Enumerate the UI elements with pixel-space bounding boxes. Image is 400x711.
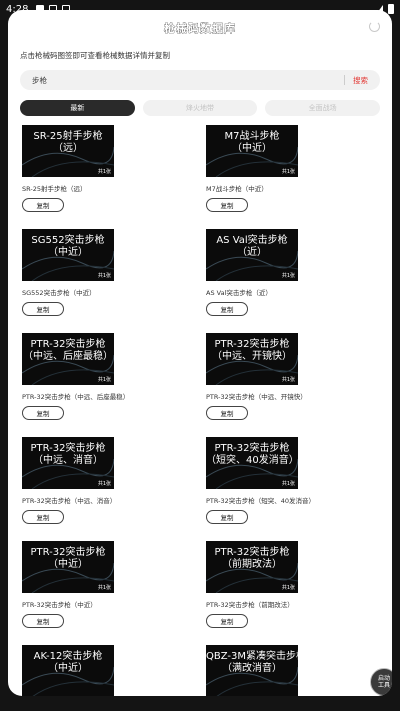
weapon-thumbnail[interactable]: PTR-32突击步枪 （前期改法） 共1张 <box>206 541 298 593</box>
weapon-caption: PTR-32突击步枪（中远、开镜快） <box>206 393 307 401</box>
weapon-caption: PTR-32突击步枪（中远、消音） <box>22 497 117 505</box>
search-bar[interactable]: 步枪 搜索 <box>20 70 380 90</box>
thumbnail-subtitle: （近） <box>237 247 267 258</box>
thumbnail-title: M7战斗步枪 <box>224 131 280 142</box>
weapon-card: PTR-32突击步枪 （短突、40发消音） 共1张 PTR-32突击步枪（短突、40发… <box>206 437 376 524</box>
weapon-card: AK-12突击步枪 （中近） <box>22 645 192 696</box>
weapon-card: M7战斗步枪 （中近） 共1张 M7战斗步枪（中近） 复制 <box>206 125 376 212</box>
database-sheet: 枪械码数据库 点击枪械码图签即可查看枪械数据详情并复制 步枪 搜索 最新 烽火地… <box>8 10 392 696</box>
weapon-caption: PTR-32突击步枪（短突、40发消音） <box>206 497 316 505</box>
weapon-caption: AS Val突击步枪（近） <box>206 289 272 297</box>
weapon-thumbnail[interactable]: PTR-32突击步枪 （中近） 共1张 <box>22 541 114 593</box>
thumbnail-subtitle: （远） <box>53 143 83 154</box>
weapon-card: SG552突击步枪 （中近） 共1张 SG552突击步枪（中近） 复制 <box>22 229 192 316</box>
thumbnail-count: 共1张 <box>281 481 295 487</box>
thumbnail-title: PTR-32突击步枪 <box>214 339 290 350</box>
thumbnail-count: 共1张 <box>281 585 295 591</box>
copy-button[interactable]: 复制 <box>206 406 248 420</box>
weapon-thumbnail[interactable]: PTR-32突击步枪 （中远、后座最稳） 共1张 <box>22 333 114 385</box>
weapon-caption: PTR-32突击步枪（中近） <box>22 601 97 609</box>
weapon-thumbnail[interactable]: PTR-32突击步枪 （中远、开镜快） 共1张 <box>206 333 298 385</box>
weapon-card: QBZ-3M紧凑突击步枪 （满改消音） <box>206 645 376 696</box>
thumbnail-title: PTR-32突击步枪 <box>214 443 290 454</box>
weapon-thumbnail[interactable]: PTR-32突击步枪 （中远、消音） 共1张 <box>22 437 114 489</box>
weapon-caption: SG552突击步枪（中近） <box>22 289 96 297</box>
thumbnail-count: 共1张 <box>281 273 295 279</box>
page-title: 枪械码数据库 <box>164 22 236 36</box>
launch-tool-button[interactable]: 启动 工具 <box>370 668 392 696</box>
weapon-card: PTR-32突击步枪 （中远、消音） 共1张 PTR-32突击步枪（中远、消音） 复制 <box>22 437 192 524</box>
search-button[interactable]: 搜索 <box>353 75 368 86</box>
thumbnail-title: AK-12突击步枪 <box>33 651 103 662</box>
weapon-thumbnail[interactable]: AS Val突击步枪 （近） 共1张 <box>206 229 298 281</box>
copy-button[interactable]: 复制 <box>22 198 64 212</box>
thumbnail-subtitle: （中远、消音） <box>33 455 103 466</box>
copy-button[interactable]: 复制 <box>206 614 248 628</box>
thumbnail-subtitle: （中近） <box>48 663 88 674</box>
weapon-card: PTR-32突击步枪 （中远、开镜快） 共1张 PTR-32突击步枪（中远、开镜快） 复… <box>206 333 376 420</box>
weapon-caption: PTR-32突击步枪（中远、后座最稳） <box>22 393 130 401</box>
thumbnail-subtitle: （中近） <box>48 559 88 570</box>
thumbnail-title: SR-25射手步枪 <box>33 131 103 142</box>
weapon-caption: M7战斗步枪（中近） <box>206 185 268 193</box>
thumbnail-subtitle: （短突、40发消音） <box>206 455 298 466</box>
weapon-card: AS Val突击步枪 （近） 共1张 AS Val突击步枪（近） 复制 <box>206 229 376 316</box>
refresh-icon[interactable] <box>369 21 380 32</box>
copy-button[interactable]: 复制 <box>22 510 64 524</box>
weapon-thumbnail[interactable]: SG552突击步枪 （中近） 共1张 <box>22 229 114 281</box>
thumbnail-title: QBZ-3M紧凑突击步枪 <box>206 651 298 662</box>
thumbnail-title: PTR-32突击步枪 <box>30 443 106 454</box>
thumbnail-count: 共1张 <box>97 585 111 591</box>
weapon-thumbnail[interactable]: PTR-32突击步枪 （短突、40发消音） 共1张 <box>206 437 298 489</box>
copy-button[interactable]: 复制 <box>206 510 248 524</box>
thumbnail-count: 共1张 <box>97 273 111 279</box>
thumbnail-title: AS Val突击步枪 <box>216 235 288 246</box>
thumbnail-count: 共1张 <box>97 377 111 383</box>
fab-label-1: 启动 <box>377 675 390 682</box>
thumbnail-count: 共1张 <box>97 169 111 175</box>
thumbnail-subtitle: （中近） <box>232 143 272 154</box>
thumbnail-subtitle: （中近） <box>48 247 88 258</box>
weapon-card: PTR-32突击步枪 （中近） 共1张 PTR-32突击步枪（中近） 复制 <box>22 541 192 628</box>
weapon-caption: SR-25射手步枪（远） <box>22 185 87 193</box>
thumbnail-title: PTR-32突击步枪 <box>30 547 106 558</box>
weapon-thumbnail[interactable]: SR-25射手步枪 （远） 共1张 <box>22 125 114 177</box>
instruction-text: 点击枪械码图签即可查看枪械数据详情并复制 <box>20 51 170 60</box>
copy-button[interactable]: 复制 <box>22 406 64 420</box>
copy-button[interactable]: 复制 <box>206 302 248 316</box>
copy-button[interactable]: 复制 <box>22 302 64 316</box>
weapon-thumbnail[interactable]: AK-12突击步枪 （中近） <box>22 645 114 696</box>
thumbnail-subtitle: （中远、开镜快） <box>212 351 292 362</box>
weapon-thumbnail[interactable]: M7战斗步枪 （中近） 共1张 <box>206 125 298 177</box>
weapon-thumbnail[interactable]: QBZ-3M紧凑突击步枪 （满改消音） <box>206 645 298 696</box>
tab-quanmian[interactable]: 全面战场 <box>265 100 381 116</box>
thumbnail-title: PTR-32突击步枪 <box>214 547 290 558</box>
thumbnail-count: 共1张 <box>281 377 295 383</box>
copy-button[interactable]: 复制 <box>206 198 248 212</box>
thumbnail-count: 共1张 <box>97 481 111 487</box>
search-input[interactable]: 步枪 <box>32 75 47 86</box>
thumbnail-subtitle: （中远、后座最稳） <box>23 351 113 362</box>
weapon-caption: PTR-32突击步枪（前期改法） <box>206 601 294 609</box>
search-divider <box>344 75 345 85</box>
thumbnail-count: 共1张 <box>281 169 295 175</box>
thumbnail-title: PTR-32突击步枪 <box>30 339 106 350</box>
thumbnail-subtitle: （满改消音） <box>222 663 282 674</box>
tab-fenghuo[interactable]: 烽火地带 <box>142 100 258 116</box>
weapon-card: PTR-32突击步枪 （中远、后座最稳） 共1张 PTR-32突击步枪（中远、后座最稳… <box>22 333 192 420</box>
fab-label-2: 工具 <box>377 682 390 689</box>
tab-latest[interactable]: 最新 <box>20 100 135 116</box>
thumbnail-subtitle: （前期改法） <box>222 559 282 570</box>
category-tabs: 最新 烽火地带 全面战场 <box>20 100 381 116</box>
thumbnail-title: SG552突击步枪 <box>31 235 105 246</box>
weapon-card: PTR-32突击步枪 （前期改法） 共1张 PTR-32突击步枪（前期改法） 复制 <box>206 541 376 628</box>
sheet-header: 枪械码数据库 <box>8 10 392 46</box>
weapon-card: SR-25射手步枪 （远） 共1张 SR-25射手步枪（远） 复制 <box>22 125 192 212</box>
copy-button[interactable]: 复制 <box>22 614 64 628</box>
